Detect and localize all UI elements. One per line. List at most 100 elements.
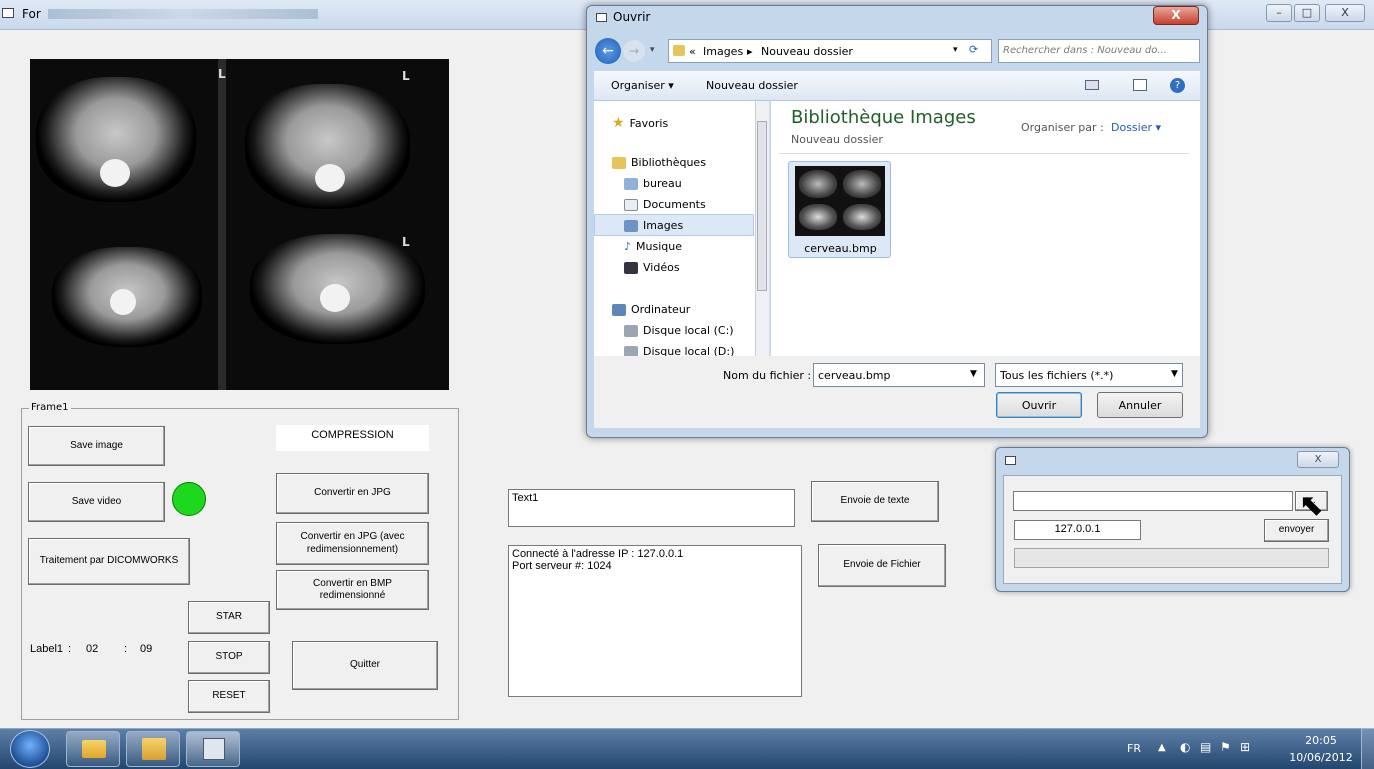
dialog-title: Ouvrir [613,10,651,24]
show-desktop-button[interactable] [1361,728,1374,769]
arrange-by-dropdown[interactable]: Dossier ▾ [1111,121,1161,134]
maximize-button[interactable]: □ [1294,4,1320,22]
send-text-button[interactable]: Envoie de texte [811,481,939,522]
show-hidden-icons[interactable]: ▲ [1158,742,1166,753]
nav-bureau-label: bureau [643,177,682,190]
disk-icon [624,345,638,356]
refresh-icon[interactable]: ⟳ [969,43,978,56]
nav-disk-d-label: Disque local (D:) [643,345,735,356]
documents-icon [624,198,638,211]
connection-log[interactable]: Connecté à l'adresse IP : 127.0.0.1 Port… [508,545,802,697]
nav-computer[interactable]: Ordinateur [612,303,690,316]
nav-videos[interactable]: Vidéos [624,261,680,274]
quit-button[interactable]: Quitter [292,641,438,690]
nav-favorites[interactable]: ★ Favoris [612,115,668,131]
action-center-icon[interactable]: ⚑ [1220,740,1231,754]
send-file-button[interactable]: Envoie de Fichier [818,544,946,587]
clock-time[interactable]: 20:05 [1291,734,1351,747]
nav-disk-d[interactable]: Disque local (D:) [624,345,734,356]
title-redacted [48,9,318,19]
path-dropdown-icon[interactable]: ▾ [953,45,958,55]
path-overflow[interactable]: « [689,45,696,58]
search-input[interactable]: Rechercher dans : Nouveau do... [998,39,1200,63]
nav-music-label: Musique [636,240,683,253]
view-icon[interactable] [1085,80,1099,90]
minimize-button[interactable]: – [1266,4,1292,22]
filename-dropdown-icon[interactable]: ▼ [970,369,977,379]
music-icon: ♪ [624,240,632,253]
power-icon[interactable]: ⊞ [1240,740,1250,754]
thumb-slice [843,170,881,198]
stop-button[interactable]: STOP [188,641,270,674]
film-mark: L [402,235,410,249]
nav-libraries[interactable]: Bibliothèques [612,156,706,169]
network-icon[interactable]: ▤ [1200,740,1211,754]
file-type-dropdown-icon[interactable]: ▼ [1171,369,1178,379]
open-button[interactable]: Ouvrir [996,392,1082,418]
images-icon [624,219,638,232]
new-folder-button[interactable]: Nouveau dossier [706,79,798,92]
file-item-cerveau[interactable]: cerveau.bmp [788,161,891,258]
star-icon: ★ [612,115,625,131]
dicomworks-button[interactable]: Traitement par DICOMWORKS [28,538,190,585]
send-dialog-icon [1005,456,1016,465]
nav-disk-c[interactable]: Disque local (C:) [624,324,734,337]
ip-address-input[interactable]: 127.0.0.1 [1014,520,1141,540]
convert-jpg-button[interactable]: Convertir en JPG [276,473,429,514]
history-dropdown-icon[interactable]: ▾ [650,45,655,55]
save-video-button[interactable]: Save video [28,482,165,522]
filename-label: Nom du fichier : [723,369,812,382]
path-images[interactable]: Images [703,45,743,58]
back-icon[interactable]: ← [595,38,621,64]
compression-label: COMPRESSION [276,425,429,451]
convert-jpg-resize-button[interactable]: Convertir en JPG (avec redimensionnement… [276,522,429,565]
path-nouveau-dossier[interactable]: Nouveau dossier [761,45,853,58]
timer-minutes: 02 [86,643,99,655]
start-button[interactable]: STAR [188,601,270,634]
nav-bureau[interactable]: bureau [624,177,682,190]
ct-scan-image: L L L [30,59,449,390]
save-image-button[interactable]: Save image [28,426,165,466]
disk-icon [624,324,638,337]
taskbar-files-icon[interactable] [126,731,180,767]
organize-menu[interactable]: Organiser ▾ [611,79,674,92]
dialog-close-button[interactable]: X [1153,6,1199,25]
timer-seconds: 09 [140,643,153,655]
volume-icon[interactable]: ◐ [1180,740,1190,754]
send-dialog-close-button[interactable]: X [1297,451,1339,468]
file-thumbnail [795,166,885,236]
file-type-select[interactable]: Tous les fichiers (*.*) [995,363,1183,387]
reset-button[interactable]: RESET [188,680,270,713]
help-icon[interactable]: ? [1170,78,1185,93]
filename-input[interactable]: cerveau.bmp [813,363,985,387]
nav-music[interactable]: ♪ Musique [624,240,682,253]
forward-icon[interactable]: → [623,40,645,62]
nav-videos-label: Vidéos [643,261,680,274]
taskbar-explorer-icon[interactable] [66,731,120,767]
start-menu-icon[interactable] [10,730,50,768]
address-bar[interactable]: « Images ▸ Nouveau dossier ▾ ⟳ [668,39,992,63]
scan-bone [315,164,345,192]
close-button[interactable]: X [1325,4,1365,22]
text-input[interactable]: Text1 [508,489,795,527]
folder-icon [673,45,685,56]
nav-documents[interactable]: Documents [624,198,706,211]
timer-separator: : [68,643,72,655]
main-window-title: For [22,7,41,21]
library-icon [612,156,626,169]
nav-scroll-thumb[interactable] [757,121,767,291]
convert-bmp-button[interactable]: Convertir en BMP redimensionné [276,570,429,610]
app-icon [2,8,14,18]
scan-bone [110,289,136,315]
clock-date[interactable]: 10/06/2012 [1283,751,1359,764]
scan-bone [320,284,350,312]
language-indicator[interactable]: FR [1127,742,1141,755]
nav-images[interactable]: Images [624,219,683,232]
taskbar-app-icon[interactable] [186,731,240,767]
cancel-button[interactable]: Annuler [1097,392,1183,418]
content-divider [779,153,1189,154]
nav-disk-c-label: Disque local (C:) [643,324,734,337]
preview-pane-icon[interactable] [1133,79,1147,91]
thumb-slice [799,170,837,198]
file-path-input[interactable] [1013,491,1293,511]
